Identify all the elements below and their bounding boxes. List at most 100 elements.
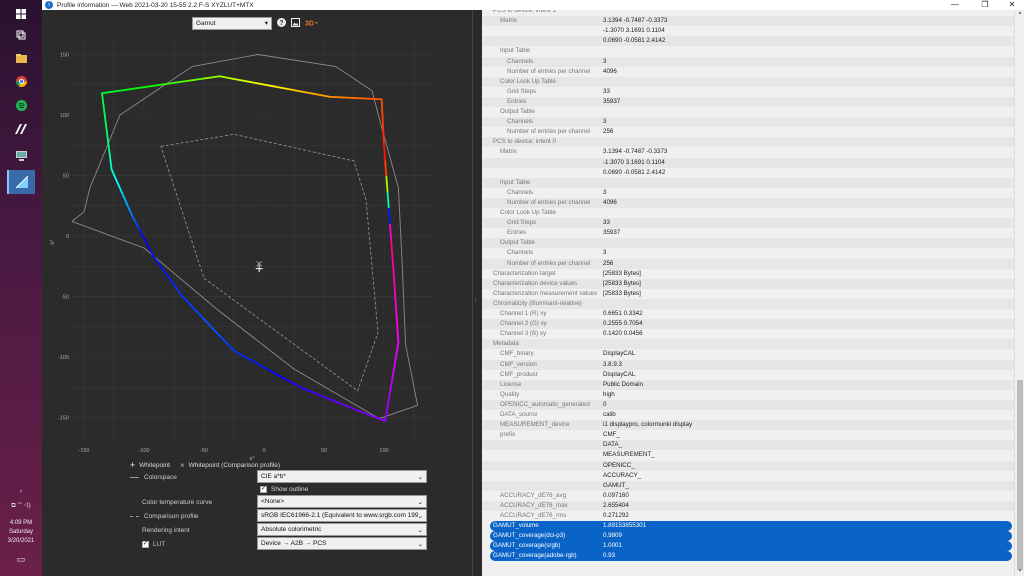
detail-row[interactable]: Color Look Up Table [482, 208, 1014, 218]
detail-row[interactable]: CMF_binary DisplayCAL [482, 349, 1014, 359]
detail-row[interactable]: GAMUT_volume 1.89153855301 [490, 521, 1012, 532]
detail-row[interactable]: Channel 1 (R) xy 0.6651 0.3342 [482, 309, 1014, 319]
color-temp-select[interactable]: <None> ⌄ [257, 495, 427, 508]
lut-row[interactable]: LUT [142, 538, 165, 550]
detail-row[interactable]: 0.0690 -0.0581 2.4142 [482, 36, 1014, 47]
detail-row[interactable]: CMF_version 3.8.9.3 [482, 359, 1014, 370]
chevron-down-icon: ▾ [264, 20, 268, 27]
view-select[interactable]: Gamut ▾ [192, 16, 272, 30]
detail-row[interactable]: ACCURACY_dE76_max 2.655404 [482, 500, 1014, 511]
detail-row[interactable]: Channel 2 (G) xy 0.2555 0.7054 [482, 319, 1014, 330]
detail-row[interactable]: DATA_ [482, 440, 1014, 451]
clock-day[interactable]: Saturday [0, 528, 42, 537]
colorspace-value: CIE a*b* [261, 473, 286, 480]
detail-row[interactable]: prefix CMF_ [482, 430, 1014, 440]
detail-row[interactable]: Channels 3 [482, 117, 1014, 128]
lut-select[interactable]: Device → A2B → PCS ⌄ [257, 537, 427, 550]
detail-row[interactable]: Chromaticity (Illuminant-relative) [482, 298, 1014, 309]
detail-row[interactable]: Input Table [482, 46, 1014, 56]
save-image-icon[interactable] [290, 18, 300, 28]
detail-row[interactable]: Metadata [482, 339, 1014, 350]
detail-row[interactable]: Channels 3 [482, 188, 1014, 198]
show-outline-checkbox[interactable] [260, 485, 267, 493]
details-scrollbar[interactable]: ▲ ▼ [1014, 10, 1024, 576]
show-outline-row[interactable]: Show outline [260, 483, 308, 495]
detail-key: GAMUT_coverage(srgb) [493, 542, 561, 550]
detail-row[interactable]: CMF_product DisplayCAL [482, 370, 1014, 380]
detail-row[interactable]: Number of entries per channel 4096 [482, 67, 1014, 77]
lut-label: LUT [153, 540, 166, 548]
notification-icon[interactable]: ▭ [0, 555, 42, 564]
detail-row[interactable]: Characterization device values [25833 Byt… [482, 278, 1014, 289]
scroll-thumb[interactable] [1017, 380, 1023, 570]
detail-row[interactable]: PCS to device: intent 0 [482, 137, 1014, 148]
windows-icon[interactable] [9, 3, 33, 25]
intent-select[interactable]: Absolute colorimetric ⌄ [257, 523, 427, 536]
detail-row[interactable]: Output Table [482, 238, 1014, 249]
scroll-down-icon[interactable]: ▼ [1016, 568, 1024, 574]
detail-row[interactable]: 0.0690 -0.0581 2.4142 [482, 168, 1014, 178]
detail-row[interactable]: GAMUT_coverage(adobe-rgb) 0.93 [490, 551, 1012, 562]
detail-row[interactable]: Channels 3 [482, 56, 1014, 67]
detail-row[interactable]: Channels 3 [482, 248, 1014, 258]
detail-row[interactable]: Number of entries per channel 256 [482, 258, 1014, 269]
tray-chevron-icon[interactable]: › [0, 488, 42, 497]
detail-row[interactable]: OPENICC_automatic_generated 0 [482, 399, 1014, 410]
minimize-button[interactable]: — [940, 0, 970, 10]
detail-row[interactable]: Matrix 3.1394 -0.7487 -0.3373 [482, 16, 1014, 27]
clock-time[interactable]: 4:09 PM [0, 519, 42, 528]
detail-row[interactable]: Characterization measurement values [2583… [482, 289, 1014, 299]
chrome-icon[interactable] [9, 70, 33, 92]
detail-key: OPENICC_automatic_generated [500, 400, 590, 408]
detail-row[interactable]: ACCURACY_dE76_avg 0.097160 [482, 491, 1014, 501]
spotify-icon[interactable] [9, 94, 33, 116]
detail-row[interactable]: Color Look Up Table [482, 76, 1014, 87]
detail-row[interactable]: Grid Steps 33 [482, 218, 1014, 229]
detail-row[interactable]: GAMUT_coverage(srgb) 1.0001 [490, 541, 1012, 552]
app-icon[interactable] [9, 118, 33, 140]
displaycal-icon[interactable] [9, 145, 33, 167]
intent-label: Rendering intent [142, 526, 190, 534]
tray-icons[interactable]: ⧉ ◠ ◁) [0, 502, 42, 511]
detail-value: DisplayCAL [603, 350, 636, 358]
detail-row[interactable]: -1.3070 3.1691 0.1104 [482, 26, 1014, 36]
detail-row[interactable]: Number of entries per channel 256 [482, 127, 1014, 137]
detail-row[interactable]: Entries 35937 [482, 228, 1014, 238]
detail-row[interactable]: -1.3070 3.1691 0.1104 [482, 157, 1014, 168]
comparison-select[interactable]: sRGB IEC61966-2.1 (Equivalent to www.srg… [257, 509, 427, 522]
detail-value: 33 [603, 219, 610, 227]
detail-row[interactable]: Matrix 3.1394 -0.7487 -0.3373 [482, 147, 1014, 157]
detail-row[interactable]: Output Table [482, 107, 1014, 117]
detail-row[interactable]: Grid Steps 33 [482, 87, 1014, 97]
maximize-button[interactable]: ❐ [970, 0, 1000, 10]
displaycal-active-icon[interactable] [7, 170, 35, 194]
profile-details-tree[interactable]: PCS to device: intent 1 Matrix 3.1394 -0.7… [482, 10, 1014, 576]
task-view-icon[interactable] [9, 24, 33, 46]
detail-row[interactable]: Input Table [482, 177, 1014, 188]
detail-row[interactable]: GAMUT_coverage(dci-p3) 0.9809 [490, 531, 1012, 542]
file-explorer-icon[interactable] [9, 47, 33, 69]
detail-row[interactable]: Quality high [482, 390, 1014, 400]
detail-row[interactable]: DATA_source calib [482, 410, 1014, 420]
detail-row[interactable]: Channel 3 (B) xy 0.1420 0.0456 [482, 329, 1014, 339]
detail-row[interactable]: License Public Domain [482, 379, 1014, 390]
clock-date[interactable]: 3/20/2021 [0, 537, 42, 546]
detail-row[interactable]: OPENICC_ [482, 460, 1014, 471]
colorspace-select[interactable]: CIE a*b* ⌄ [257, 470, 427, 483]
detail-row[interactable]: Number of entries per channel 4096 [482, 197, 1014, 208]
3d-view-icon[interactable]: 3D [304, 18, 320, 28]
gamut-series-segment [396, 332, 400, 344]
detail-row[interactable]: MEASUREMENT_device i1 displaypro, colormu… [482, 420, 1014, 431]
lut-checkbox[interactable] [142, 540, 149, 548]
close-button[interactable]: ✕ [997, 0, 1024, 10]
detail-row[interactable]: MEASUREMENT_ [482, 450, 1014, 460]
detail-row[interactable]: ACCURACY_dE76_rms 0.271292 [482, 511, 1014, 521]
scroll-up-icon[interactable]: ▲ [1016, 10, 1024, 16]
detail-row[interactable]: GAMUT_ [482, 480, 1014, 491]
gamut-plot[interactable]: -150 -100 -50 0 50 100 150 100 50 0 -50 -100 -150 a* b… [42, 32, 472, 467]
pane-splitter[interactable]: ⁞ [472, 10, 482, 576]
detail-row[interactable]: Characterization target [25833 Bytes] [482, 269, 1014, 279]
detail-row[interactable]: ACCURACY_ [482, 471, 1014, 481]
detail-row[interactable]: Entries 35937 [482, 96, 1014, 107]
help-icon[interactable]: ? [276, 18, 286, 28]
